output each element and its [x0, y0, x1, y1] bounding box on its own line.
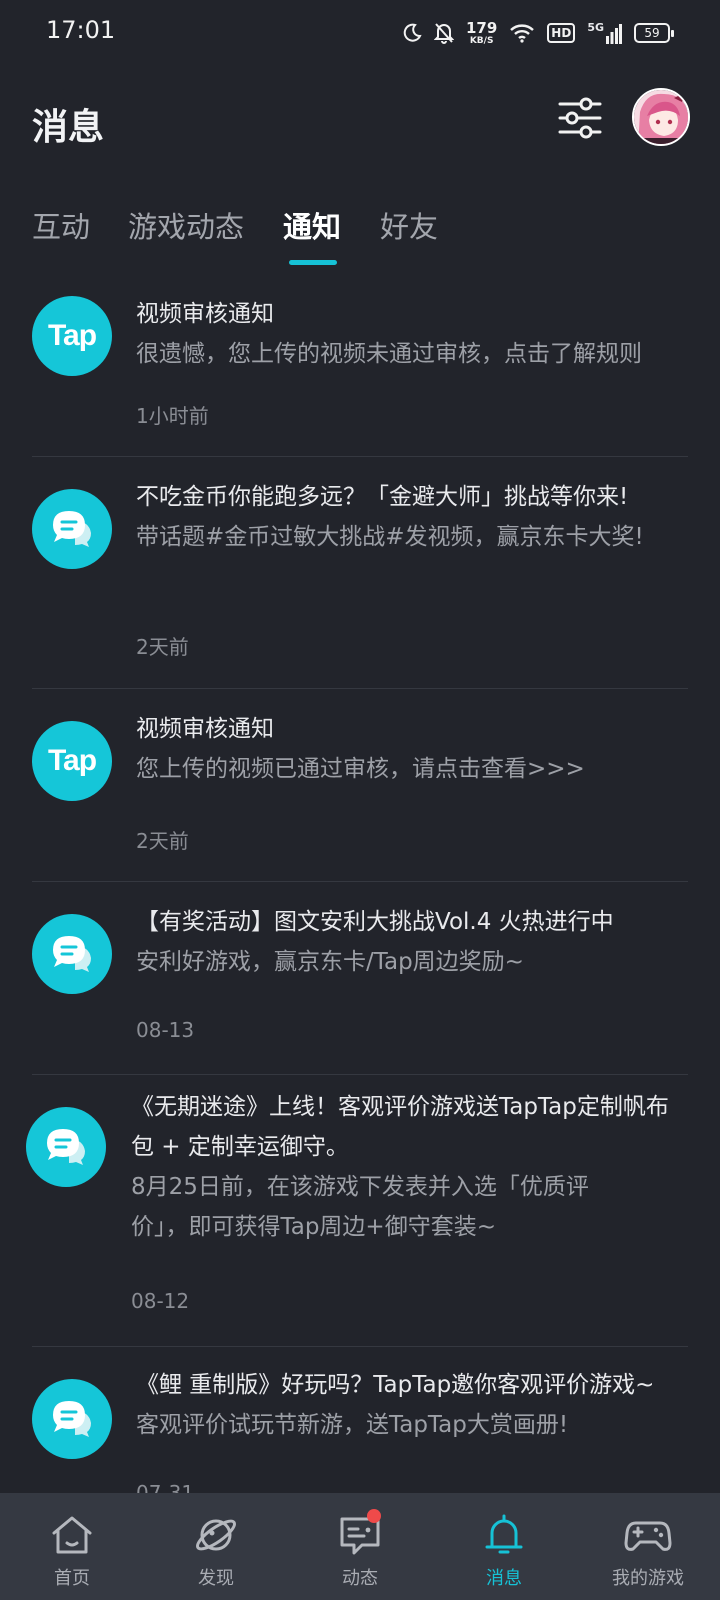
notification-badge [367, 1509, 381, 1523]
sliders-icon [558, 97, 602, 139]
notification-body: 安利好游戏，赢京东卡/Tap周边奖励~ [136, 949, 524, 975]
chat-bubble-glyph [53, 936, 91, 972]
signal-bars-icon [606, 24, 622, 44]
cell-signal: 5G [587, 22, 622, 44]
notification-title: 《无期迷途》上线！客观评价游戏送TapTap定制帆布包 + 定制幸运御守。 [131, 1094, 669, 1160]
home-icon [52, 1516, 92, 1554]
network-type: 5G [587, 21, 604, 34]
notification-time: 2天前 [136, 635, 189, 659]
notification-title: 不吃金币你能跑多远？「金避大师」挑战等你来! [136, 484, 629, 510]
tab-friends[interactable]: 好友 [380, 204, 438, 246]
notification-body: 带话题#金币过敏大挑战#发视频，赢京东卡大奖! [136, 524, 644, 550]
notification-time: 07-31 [136, 1481, 195, 1493]
tab-notifications[interactable]: 通知 [283, 204, 341, 246]
moon-icon [403, 23, 422, 42]
notification-time: 08-12 [131, 1289, 190, 1313]
user-avatar[interactable] [632, 88, 690, 146]
bottom-navigation: 首页 发现 动态 消息 我的游戏 [0, 1493, 720, 1600]
chat-bubble-icon [32, 1379, 112, 1459]
chat-bubble-icon [26, 1107, 106, 1187]
gamepad-icon [624, 1521, 672, 1551]
nav-discover[interactable]: 发现 [144, 1493, 288, 1600]
filter-settings-button[interactable] [558, 96, 602, 140]
notification-item[interactable]: 【有奖活动】图文安利大挑战Vol.4 火热进行中 安利好游戏，赢京东卡/Tap周… [0, 882, 720, 1074]
nav-messages-label: 消息 [486, 1568, 522, 1589]
network-speed: 179 KB/S [465, 18, 498, 46]
page-title: 消息 [32, 107, 105, 148]
status-icons: 179 KB/S HD 5G 59 [402, 18, 674, 48]
tap-logo-text: Tap [47, 319, 97, 352]
notification-title: 视频审核通知 [136, 716, 274, 742]
nav-my-games-label: 我的游戏 [612, 1568, 684, 1589]
hd-badge: HD [547, 23, 576, 43]
chat-bubble-icon [32, 489, 112, 569]
network-speed-unit: KB/S [469, 35, 494, 46]
wifi-icon [510, 24, 535, 43]
tap-logo-icon: Tap [32, 721, 112, 801]
nav-feed[interactable]: 动态 [288, 1493, 432, 1600]
notification-item[interactable]: Tap 视频审核通知 您上传的视频已通过审核，请点击查看>>> 2天前 [0, 689, 720, 881]
notification-time: 08-13 [136, 1018, 195, 1042]
network-speed-value: 179 [465, 18, 498, 37]
nav-home-label: 首页 [54, 1568, 90, 1589]
tab-game-updates[interactable]: 游戏动态 [128, 204, 244, 246]
bell-muted-icon [433, 23, 454, 44]
message-tabs: 互动 游戏动态 通知 好友 [0, 196, 720, 276]
chat-bubble-glyph [47, 1129, 85, 1165]
chat-bubble-glyph [53, 511, 91, 547]
bell-icon [485, 1514, 523, 1554]
notification-item[interactable]: 不吃金币你能跑多远？「金避大师」挑战等你来! 带话题#金币过敏大挑战#发视频，赢… [0, 457, 720, 688]
status-bar: 17:01 179 KB/S HD 5G 59 [0, 0, 720, 64]
chat-bubble-glyph [53, 1401, 91, 1437]
message-screen: 17:01 179 KB/S HD 5G 59 消息 互动 游戏动态 通知 好友… [0, 0, 720, 1600]
notification-body: 客观评价试玩节新游，送TapTap大赏画册! [136, 1412, 569, 1438]
avatar-image [634, 90, 688, 144]
notification-title: 视频审核通知 [136, 301, 274, 327]
planet-icon [196, 1519, 236, 1551]
nav-messages[interactable]: 消息 [432, 1493, 576, 1600]
notification-time: 2天前 [136, 829, 189, 853]
notification-item[interactable]: Tap 视频审核通知 很遗憾，您上传的视频未通过审核，点击了解规则 1小时前 [0, 280, 720, 456]
notification-body: 您上传的视频已通过审核，请点击查看>>> [136, 756, 585, 782]
nav-home[interactable]: 首页 [0, 1493, 144, 1600]
nav-feed-label: 动态 [342, 1568, 378, 1589]
notification-body: 8月25日前，在该游戏下发表并入选「优质评价」，即可获得Tap周边+御守套装~ [131, 1174, 589, 1240]
notification-body: 很遗憾，您上传的视频未通过审核，点击了解规则 [136, 341, 642, 367]
notification-item[interactable]: 《无期迷途》上线！客观评价游戏送TapTap定制帆布包 + 定制幸运御守。 8月… [0, 1075, 720, 1346]
notification-title: 【有奖活动】图文安利大挑战Vol.4 火热进行中 [136, 909, 614, 935]
notification-title: 《鲤 重制版》好玩吗？TapTap邀你客观评价游戏~ [136, 1372, 655, 1398]
chat-bubble-icon [32, 914, 112, 994]
active-tab-indicator [289, 260, 337, 265]
nav-discover-label: 发现 [198, 1568, 234, 1589]
nav-my-games[interactable]: 我的游戏 [576, 1493, 720, 1600]
tab-interaction[interactable]: 互动 [32, 204, 90, 246]
tap-logo-text: Tap [47, 744, 97, 777]
notification-item[interactable]: 《鲤 重制版》好玩吗？TapTap邀你客观评价游戏~ 客观评价试玩节新游，送Ta… [0, 1347, 720, 1493]
tap-logo-icon: Tap [32, 296, 112, 376]
notification-time: 1小时前 [136, 404, 209, 428]
status-time: 17:01 [46, 16, 116, 44]
battery-indicator: 59 [634, 23, 674, 43]
